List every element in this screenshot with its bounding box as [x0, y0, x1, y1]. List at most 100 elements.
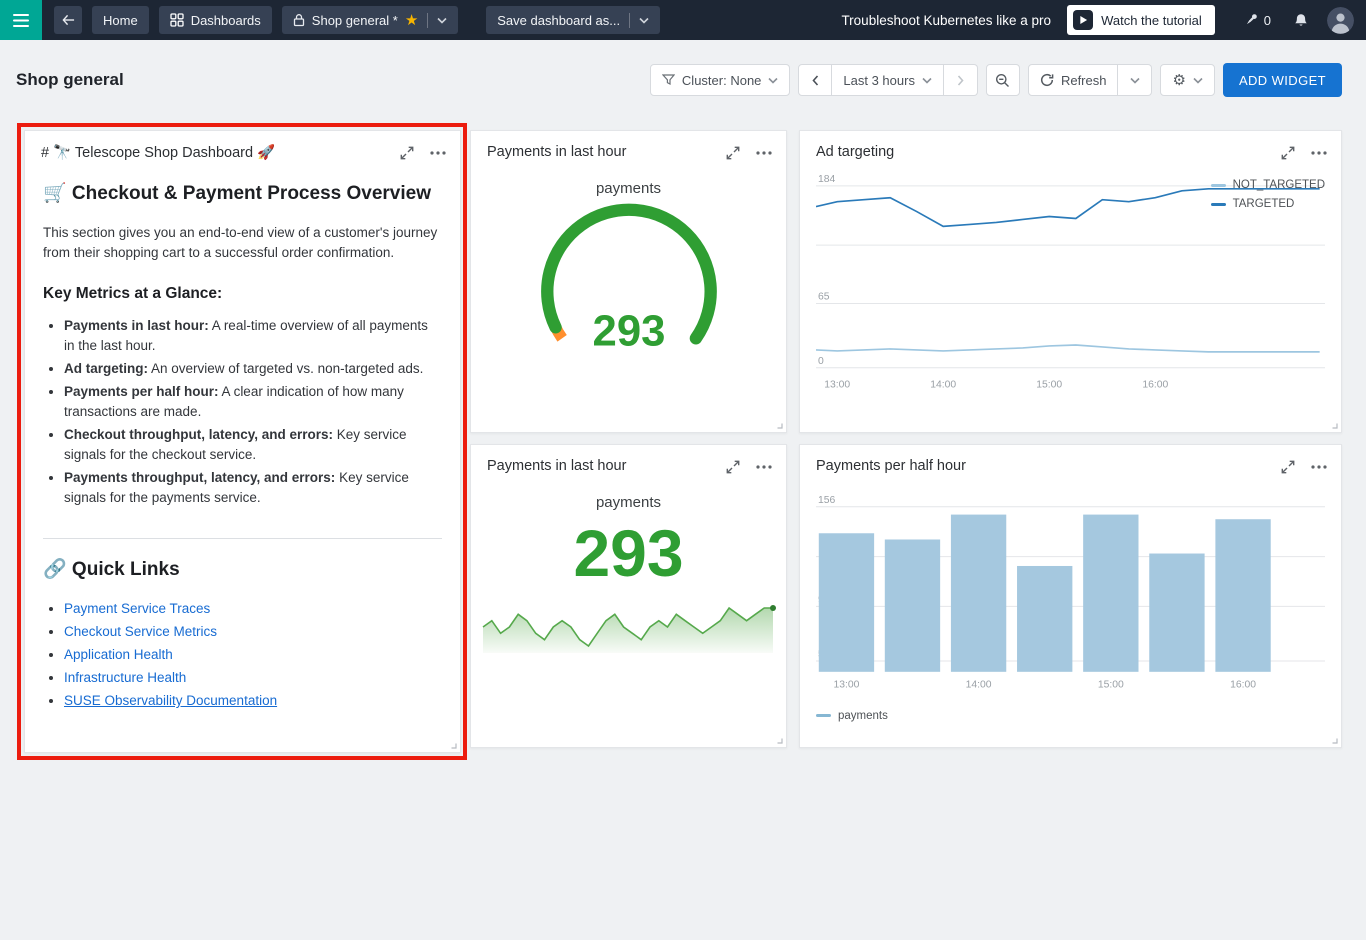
ellipsis-icon — [756, 151, 772, 155]
quick-link[interactable]: SUSE Observability Documentation — [64, 693, 277, 708]
chart-legend: NOT_TARGETED TARGETED — [1211, 179, 1325, 210]
bar-chart: 156925713:0014:0015:0016:00 — [816, 488, 1325, 698]
metric-item: Payments in last hour: A real-time overv… — [64, 316, 442, 356]
widget-title: Payments per half hour — [816, 458, 966, 474]
quick-link-item: Checkout Service Metrics — [64, 624, 442, 640]
bell-icon — [1293, 12, 1309, 29]
header-controls: Cluster: None Last 3 hours — [650, 63, 1342, 97]
cluster-filter-button[interactable]: Cluster: None — [650, 64, 790, 96]
back-button[interactable] — [54, 6, 82, 34]
widget-menu-button[interactable] — [756, 151, 772, 155]
legend-label: payments — [838, 710, 888, 722]
nav-home-button[interactable]: Home — [92, 6, 149, 34]
refresh-icon — [1040, 73, 1054, 87]
legend-swatch — [1211, 203, 1226, 206]
expand-icon — [726, 146, 740, 160]
dashboards-grid-icon — [170, 13, 184, 27]
resize-handle[interactable] — [775, 421, 783, 429]
pinned-items-button[interactable]: 0 — [1243, 12, 1271, 28]
ellipsis-icon — [1311, 465, 1327, 469]
gear-icon: ⚙ — [1172, 73, 1185, 88]
widget-title: Payments in last hour — [487, 458, 626, 474]
chevron-down-icon[interactable] — [639, 17, 649, 24]
widget-payments-number: Payments in last hour payments 293 — [470, 444, 787, 748]
legend-label: TARGETED — [1233, 198, 1295, 210]
overview-heading: 🛒 Checkout & Payment Process Overview — [43, 181, 442, 205]
widget-menu-button[interactable] — [756, 465, 772, 469]
svg-text:15:00: 15:00 — [1098, 680, 1124, 691]
notifications-button[interactable] — [1293, 12, 1309, 29]
time-range-label: Last 3 hours — [843, 73, 915, 88]
top-navbar: Home Dashboards Shop general * ★ Save da… — [0, 0, 1366, 40]
nav-dashboards-label: Dashboards — [191, 13, 261, 28]
chevron-down-icon — [1130, 77, 1140, 84]
svg-text:156: 156 — [818, 495, 836, 506]
quick-link[interactable]: Infrastructure Health — [64, 670, 186, 685]
widget-menu-button[interactable] — [1311, 465, 1327, 469]
current-dashboard-button[interactable]: Shop general * ★ — [282, 6, 458, 34]
page-header: Shop general Cluster: None Last 3 hours — [0, 40, 1366, 120]
arrow-left-icon — [62, 14, 75, 26]
quick-link[interactable]: Checkout Service Metrics — [64, 624, 217, 639]
main-menu-button[interactable] — [0, 0, 42, 40]
legend-label: NOT_TARGETED — [1233, 179, 1325, 191]
watch-tutorial-button[interactable]: Watch the tutorial — [1067, 5, 1215, 35]
nav-home-label: Home — [103, 13, 138, 28]
time-forward-button[interactable] — [944, 64, 978, 96]
play-icon — [1073, 10, 1093, 30]
refresh-label: Refresh — [1061, 73, 1107, 88]
save-dashboard-as-label: Save dashboard as... — [497, 13, 620, 28]
series-label: payments — [596, 494, 661, 511]
add-widget-button[interactable]: ADD WIDGET — [1223, 63, 1342, 97]
widget-title: Payments in last hour — [487, 144, 626, 160]
resize-handle[interactable] — [449, 741, 457, 749]
legend-swatch — [816, 714, 831, 717]
ellipsis-icon — [430, 151, 446, 155]
refresh-button[interactable]: Refresh — [1028, 64, 1119, 96]
time-range-button[interactable]: Last 3 hours — [832, 64, 944, 96]
chevron-down-icon[interactable] — [437, 17, 447, 24]
legend-item[interactable]: NOT_TARGETED — [1211, 179, 1325, 191]
time-back-button[interactable] — [798, 64, 832, 96]
zoom-out-button[interactable] — [986, 64, 1020, 96]
resize-handle[interactable] — [1330, 421, 1338, 429]
expand-widget-button[interactable] — [1281, 460, 1295, 474]
resize-handle[interactable] — [1330, 736, 1338, 744]
user-avatar[interactable] — [1327, 7, 1354, 34]
widget-title: Ad targeting — [816, 144, 894, 160]
person-icon — [1327, 7, 1354, 34]
chevron-down-icon — [768, 77, 778, 84]
refresh-interval-button[interactable] — [1118, 64, 1152, 96]
chevron-left-icon — [812, 75, 819, 86]
chart-legend: payments — [800, 698, 1341, 722]
legend-item[interactable]: TARGETED — [1211, 198, 1325, 210]
dashboard-settings-button[interactable]: ⚙ — [1160, 64, 1214, 96]
nav-dashboards-button[interactable]: Dashboards — [159, 6, 272, 34]
resize-handle[interactable] — [775, 736, 783, 744]
save-dashboard-as-button[interactable]: Save dashboard as... — [486, 6, 660, 34]
quick-links-list: Payment Service Traces Checkout Service M… — [64, 601, 442, 709]
expand-widget-button[interactable] — [1281, 146, 1295, 160]
chevron-right-icon — [957, 75, 964, 86]
expand-widget-button[interactable] — [400, 146, 414, 160]
divider — [629, 13, 630, 28]
legend-swatch — [1211, 184, 1226, 187]
bar-chart-area: 156925713:0014:0015:0016:00 — [800, 478, 1341, 698]
widget-menu-button[interactable] — [1311, 151, 1327, 155]
widget-header: # 🔭 Telescope Shop Dashboard 🚀 — [25, 131, 460, 165]
number-chart-area: payments 293 — [471, 494, 786, 656]
quick-link[interactable]: Payment Service Traces — [64, 601, 210, 616]
filter-funnel-icon — [662, 74, 675, 86]
expand-widget-button[interactable] — [726, 460, 740, 474]
svg-text:13:00: 13:00 — [833, 680, 859, 691]
metrics-list: Payments in last hour: A real-time overv… — [64, 316, 442, 508]
expand-widget-button[interactable] — [726, 146, 740, 160]
quick-link-item: Application Health — [64, 647, 442, 663]
time-range-group: Last 3 hours — [798, 64, 978, 96]
legend-item[interactable]: payments — [816, 710, 1341, 722]
svg-text:65: 65 — [818, 292, 830, 303]
widget-menu-button[interactable] — [430, 151, 446, 155]
favorite-star-icon[interactable]: ★ — [405, 13, 418, 28]
quick-link[interactable]: Application Health — [64, 647, 173, 662]
metric-item: Checkout throughput, latency, and errors… — [64, 425, 442, 465]
